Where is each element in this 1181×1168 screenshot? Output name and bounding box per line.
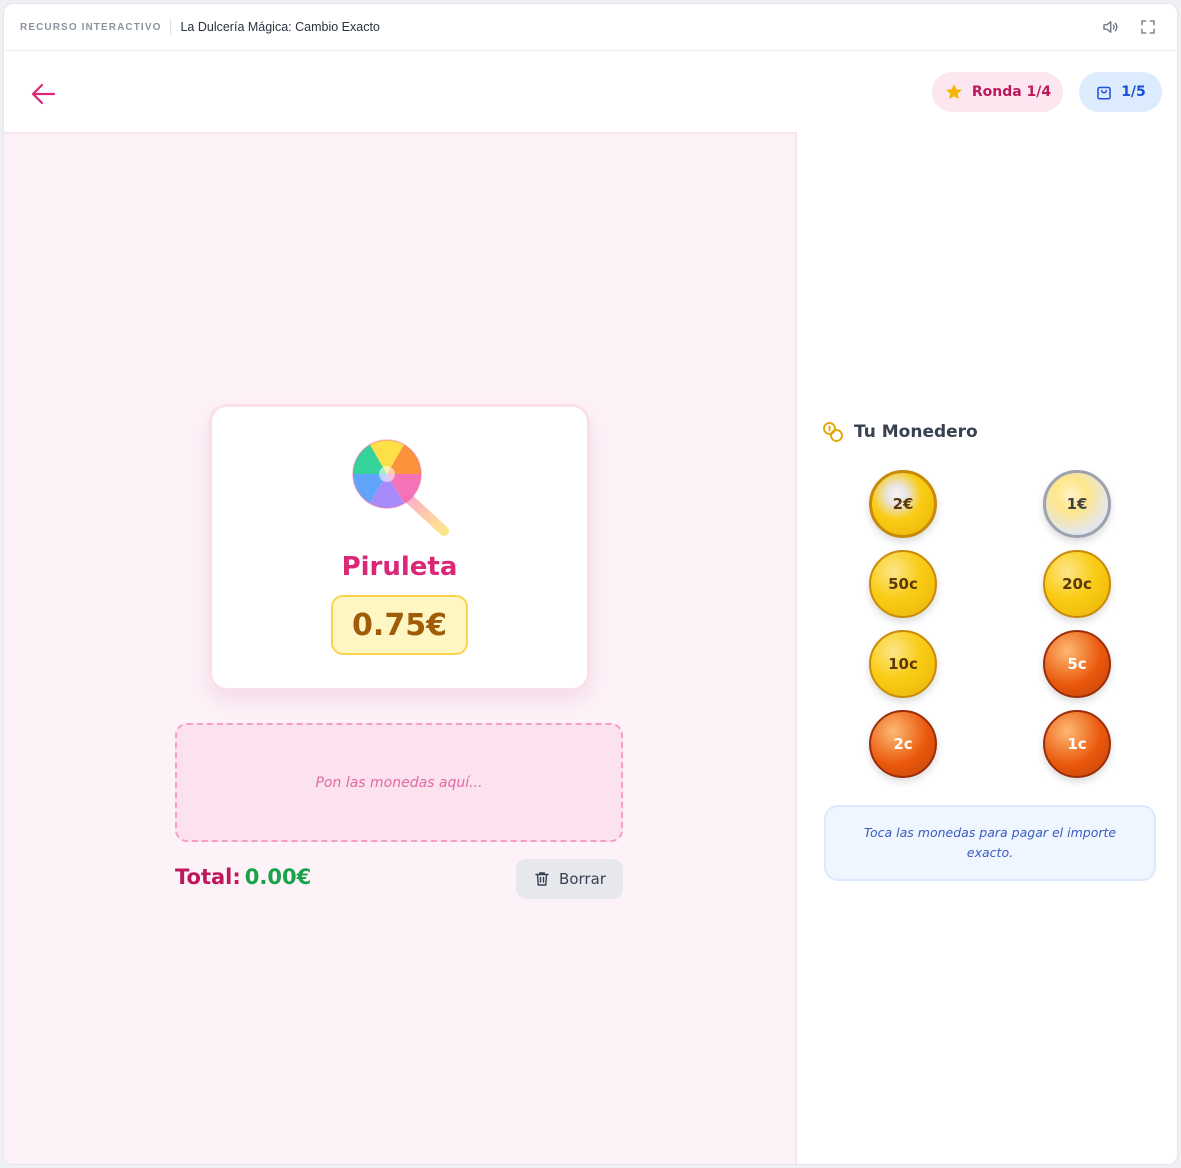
price-tag: 0.75€ (331, 595, 468, 655)
coin-label: 20c (1062, 575, 1092, 593)
basket-label: 1/5 (1121, 84, 1146, 100)
divider (170, 19, 172, 35)
coin-1-euro[interactable]: 1€ (1043, 470, 1111, 538)
resource-bar: RECURSO INTERACTIVO La Dulcería Mágica: … (4, 4, 1177, 51)
coin-label: 1c (1067, 735, 1087, 753)
basket-progress-badge: 1/5 (1079, 72, 1162, 112)
resource-tag: RECURSO INTERACTIVO (20, 21, 162, 33)
coin-label: 2c (893, 735, 913, 753)
coin-label: 2€ (892, 495, 914, 513)
total-display: Total: 0.00€ (175, 865, 311, 889)
app-frame: RECURSO INTERACTIVO La Dulcería Mágica: … (3, 3, 1178, 1165)
drop-zone-hint: Pon las monedas aquí... (315, 774, 483, 791)
coin-label: 5c (1067, 655, 1087, 673)
product-name: Piruleta (341, 552, 458, 582)
coin-20-cents[interactable]: 20c (1043, 550, 1111, 618)
wallet-hint: Toca las monedas para pagar el importe e… (824, 805, 1156, 881)
wallet-panel: Tu Monedero 2€ 1€ 50c 20c 10c 5c 2c 1c T… (799, 132, 1177, 1164)
coin-label: 50c (888, 575, 918, 593)
coin-2-euro[interactable]: 2€ (869, 470, 937, 538)
product-card: Piruleta 0.75€ (209, 404, 590, 691)
coin-label: 1€ (1066, 495, 1088, 513)
coins-icon (823, 422, 843, 442)
game-header: Ronda 1/4 1/5 (4, 51, 1177, 132)
total-value: 0.00€ (244, 865, 312, 889)
clear-button-label: Borrar (559, 870, 606, 888)
coin-drop-zone[interactable]: Pon las monedas aquí... (175, 723, 623, 842)
coin-2-cents[interactable]: 2c (869, 710, 937, 778)
coin-50-cents[interactable]: 50c (869, 550, 937, 618)
coin-5-cents[interactable]: 5c (1043, 630, 1111, 698)
shop-panel: Piruleta 0.75€ Pon las monedas aquí... T… (4, 132, 797, 1164)
shopping-bag-icon (1097, 86, 1111, 100)
clear-button[interactable]: Borrar (516, 859, 623, 899)
resource-bar-actions (1101, 18, 1157, 36)
speaker-icon[interactable] (1101, 18, 1119, 36)
coin-1-cent[interactable]: 1c (1043, 710, 1111, 778)
lollipop-icon (352, 439, 449, 536)
arrow-left-icon[interactable] (30, 80, 58, 108)
round-badge: Ronda 1/4 (932, 72, 1063, 112)
resource-title: La Dulcería Mágica: Cambio Exacto (180, 20, 380, 34)
coin-label: 10c (888, 655, 918, 673)
star-icon (945, 84, 962, 100)
trash-icon (535, 872, 549, 886)
total-label: Total: (175, 865, 241, 889)
coin-10-cents[interactable]: 10c (869, 630, 937, 698)
wallet-header: Tu Monedero (821, 420, 978, 444)
fullscreen-icon[interactable] (1139, 18, 1157, 36)
wallet-title: Tu Monedero (854, 422, 978, 442)
round-label: Ronda 1/4 (971, 84, 1052, 100)
